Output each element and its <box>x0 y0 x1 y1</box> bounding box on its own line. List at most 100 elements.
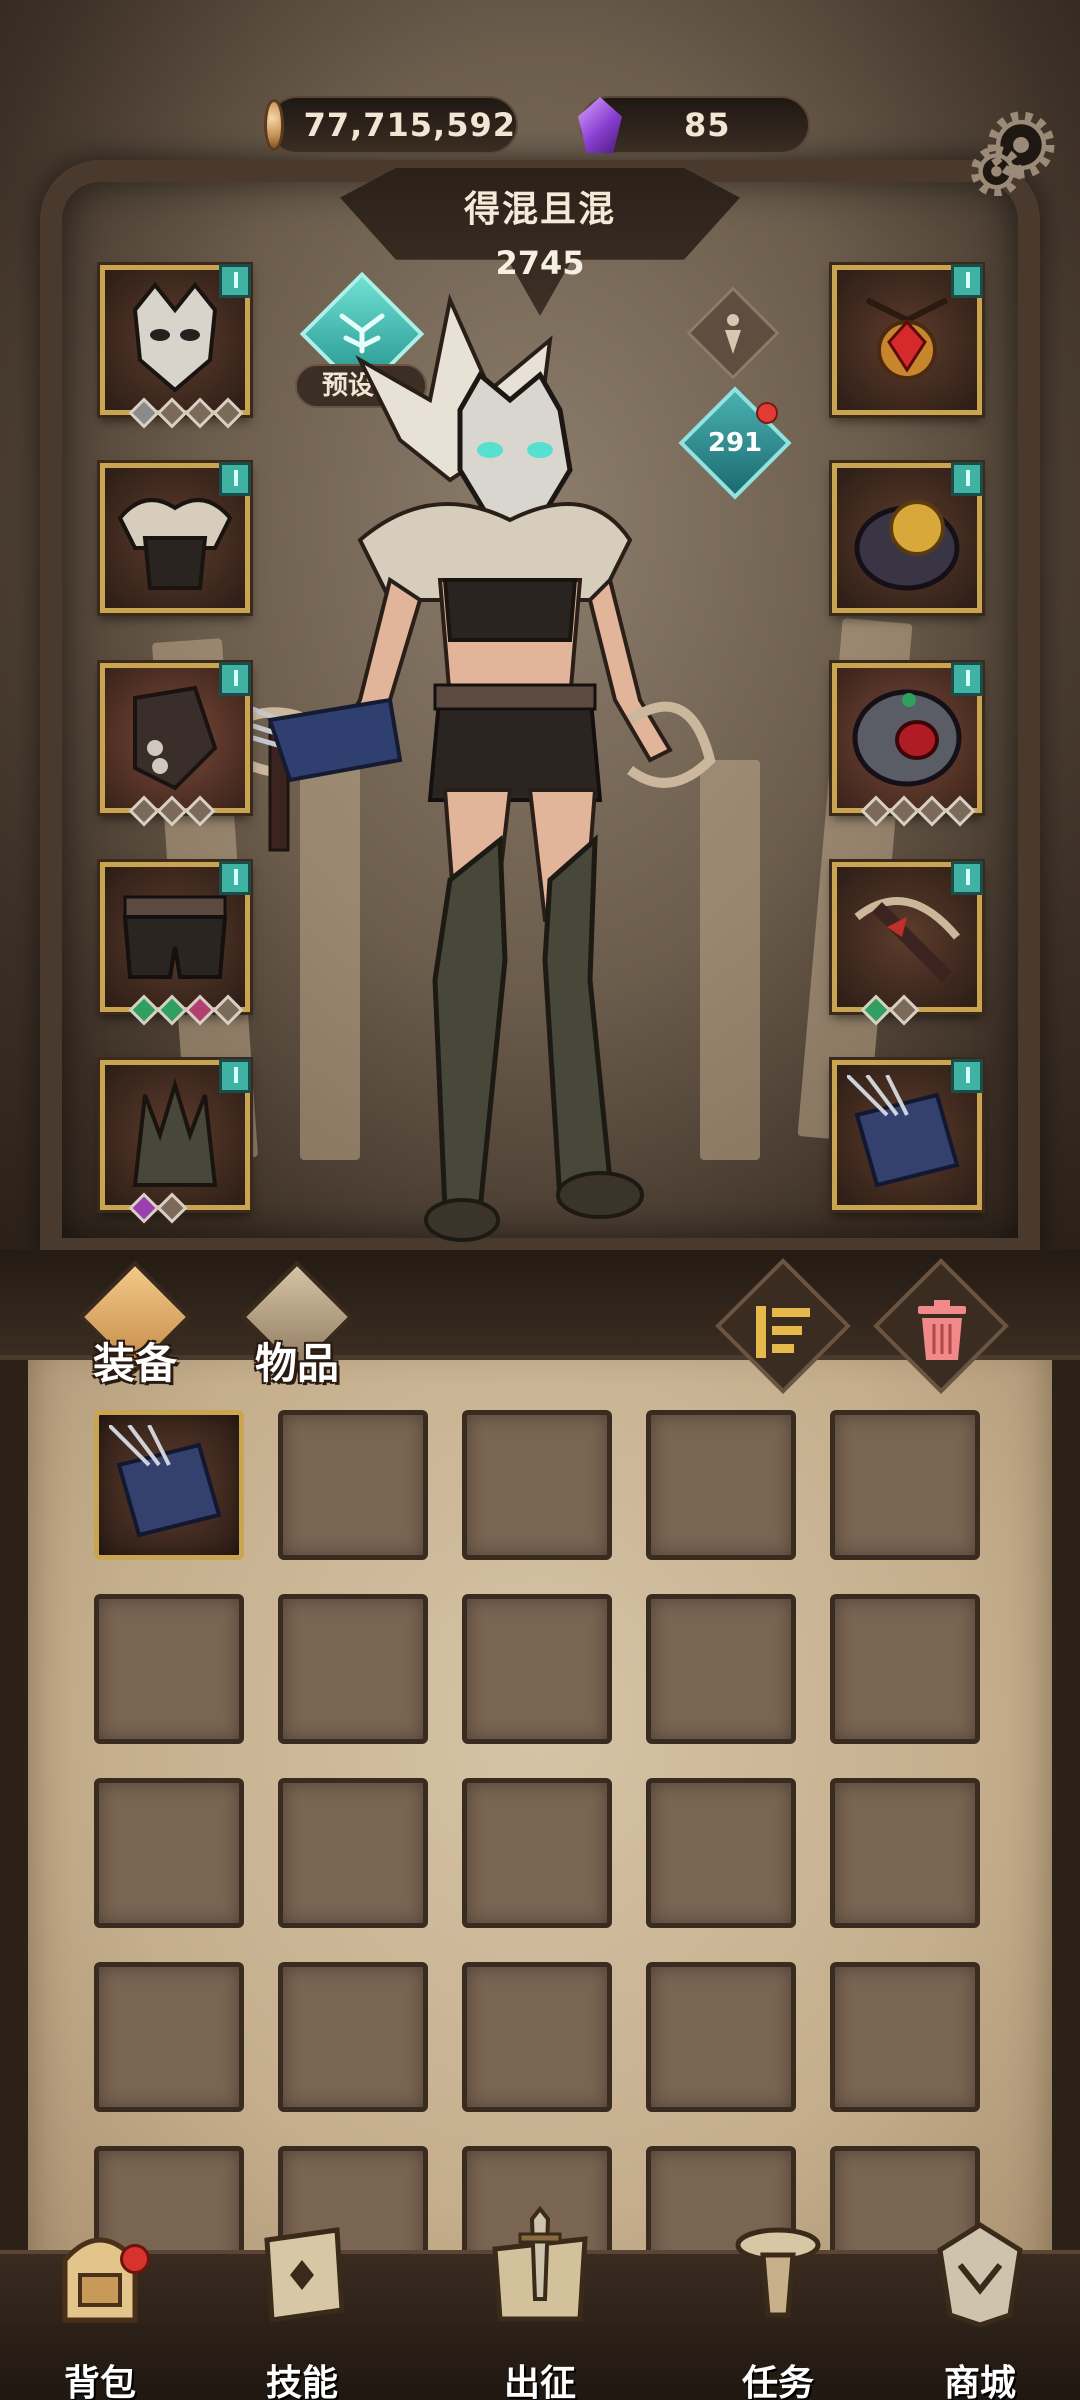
sort-icon <box>756 1306 810 1358</box>
scroll-icon <box>735 2227 821 2318</box>
hero-name: 得混且混 <box>463 189 616 230</box>
inventory-slot-empty[interactable] <box>646 1778 796 1928</box>
inventory-slot-empty[interactable] <box>646 1410 796 1560</box>
socket-gem <box>888 795 920 827</box>
socket-gem <box>888 994 920 1026</box>
tab-items-label: 物品 <box>254 1339 339 1388</box>
socket-gem <box>212 397 244 429</box>
backpack-icon <box>62 2237 138 2323</box>
nav-quests-label: 任务 <box>741 2363 814 2400</box>
purple-gem-icon <box>578 97 622 153</box>
inventory-slot-item[interactable] <box>94 1410 244 1560</box>
gauntlet-icon <box>133 685 218 791</box>
tab-equipment[interactable]: 装备 <box>60 1260 210 1392</box>
inventory-slot-empty[interactable] <box>462 1962 612 2112</box>
inventory-slot-empty[interactable] <box>278 1594 428 1744</box>
equipped-flag-icon <box>951 662 983 696</box>
nav-shop-label: 商城 <box>943 2363 1016 2400</box>
inventory-tab-bar: 装备 物品 <box>0 1250 1080 1394</box>
equipped-flag-icon <box>219 1059 251 1093</box>
pants-slot[interactable] <box>100 861 251 1026</box>
tab-equipment-label: 装备 <box>92 1339 177 1388</box>
socket-gem <box>156 1192 188 1224</box>
inventory-slot-empty[interactable] <box>278 1778 428 1928</box>
socket-row <box>128 1192 188 1224</box>
wolf-skull-helmet-icon <box>132 281 218 393</box>
necklace-slot[interactable] <box>832 264 983 415</box>
boots-slot[interactable] <box>100 1059 251 1224</box>
gold-counter[interactable]: 77,715,592 <box>264 96 518 154</box>
inventory-slot-empty[interactable] <box>830 1962 980 2112</box>
socket-gem <box>184 994 216 1026</box>
inventory-slot-empty[interactable] <box>830 1594 980 1744</box>
weapon-slot[interactable] <box>832 861 983 1026</box>
inventory-slot-empty[interactable] <box>830 1778 980 1928</box>
equipped-flag-icon <box>951 264 983 298</box>
equipped-flag-icon <box>219 861 251 895</box>
socket-gem <box>212 994 244 1026</box>
trash-icon <box>918 1300 966 1360</box>
equipped-flag-icon <box>219 662 251 696</box>
gem-amount: 85 <box>684 106 731 144</box>
gold-coin-icon <box>264 99 284 151</box>
inventory-panel: 装备 物品 <box>0 1250 1080 2300</box>
inventory-slot-empty[interactable] <box>278 1962 428 2112</box>
inventory-slot-empty[interactable] <box>462 1778 612 1928</box>
belted-shorts-icon <box>122 895 228 979</box>
inventory-slot-empty[interactable] <box>94 1962 244 2112</box>
nav-notification-dot <box>120 2244 150 2274</box>
inventory-grid <box>94 1410 980 2296</box>
inventory-slot-empty[interactable] <box>462 1410 612 1560</box>
equipped-flag-icon <box>219 264 251 298</box>
ring-slot[interactable] <box>832 462 983 613</box>
nav-shop[interactable]: 商城 <box>890 2222 1070 2400</box>
map-sword-icon <box>492 2205 588 2322</box>
socket-gem <box>860 994 892 1026</box>
bottom-navigation: 背包 技能 出征 任务 商城 <box>0 2205 1080 2400</box>
socket-row <box>860 994 920 1026</box>
spiked-boots-icon <box>132 1078 218 1187</box>
nav-backpack[interactable]: 背包 <box>10 2237 190 2400</box>
inventory-slot-empty[interactable] <box>830 1410 980 1560</box>
quiver-slot[interactable] <box>832 1059 983 1210</box>
socket-gem <box>128 795 160 827</box>
equipped-flag-icon <box>951 462 983 496</box>
socket-gem <box>128 1192 160 1224</box>
inventory-slot-empty[interactable] <box>94 1594 244 1744</box>
skill-book-icon <box>264 2227 345 2323</box>
ruby-amulet-icon <box>865 297 949 380</box>
gold-orb-ring-icon <box>854 500 960 591</box>
shop-crest-icon <box>937 2222 1023 2328</box>
tab-items[interactable]: 物品 <box>222 1260 372 1392</box>
socket-gem <box>128 397 160 429</box>
nav-skills-label: 技能 <box>265 2363 338 2400</box>
inventory-slot-empty[interactable] <box>278 1410 428 1560</box>
nav-quests[interactable]: 任务 <box>688 2227 868 2400</box>
nav-skills[interactable]: 技能 <box>212 2227 392 2400</box>
armor-slot[interactable] <box>100 462 251 613</box>
equipped-flag-icon <box>951 861 983 895</box>
socket-gem <box>860 795 892 827</box>
socket-row <box>860 795 976 827</box>
socket-gem <box>128 994 160 1026</box>
equipped-flag-icon <box>219 462 251 496</box>
gloves-slot[interactable] <box>100 662 251 827</box>
nav-backpack-label: 背包 <box>63 2363 136 2400</box>
nav-expedition[interactable]: 出征 <box>450 2205 630 2400</box>
helmet-slot[interactable] <box>100 264 251 429</box>
inventory-slot-empty[interactable] <box>94 1778 244 1928</box>
inventory-slot-empty[interactable] <box>646 1962 796 2112</box>
inventory-slot-empty[interactable] <box>646 1594 796 1744</box>
socket-gem <box>184 397 216 429</box>
hero-power-rating: 2745 <box>495 244 585 282</box>
inventory-slot-empty[interactable] <box>462 1594 612 1744</box>
fur-armor-icon <box>117 498 233 590</box>
settings-gear-icon[interactable] <box>970 108 1058 196</box>
socket-gem <box>156 795 188 827</box>
trinket-slot[interactable] <box>832 662 983 827</box>
eye-ring-icon <box>852 689 962 787</box>
hero-panel: 77,715,592 85 得混且混 2745 预设一 291 <box>0 0 1080 1265</box>
socket-gem <box>184 795 216 827</box>
gem-counter[interactable]: 85 <box>578 96 810 154</box>
socket-row <box>128 994 244 1026</box>
